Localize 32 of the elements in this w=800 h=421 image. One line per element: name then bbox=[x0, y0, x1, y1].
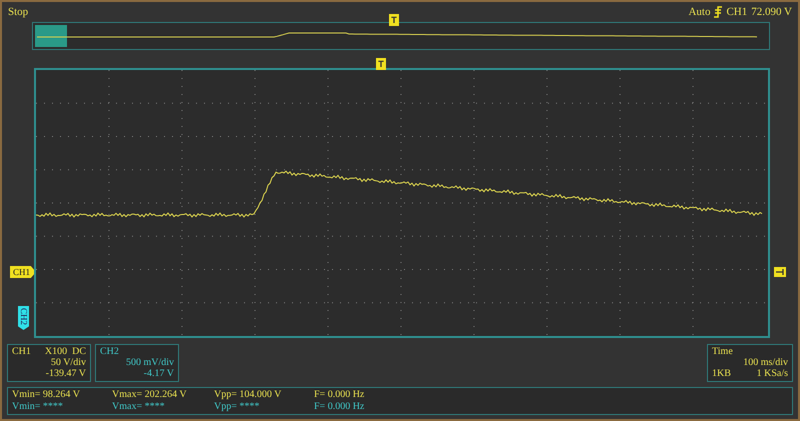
measurement-value: F= 0.000 Hz bbox=[314, 389, 366, 401]
measurement-value: Vmax= **** bbox=[112, 401, 166, 413]
volts-per-div: 50 V/div bbox=[50, 357, 86, 368]
channel-panel[interactable]: CH1 X100 DC 50 V/div -139.47 V bbox=[7, 344, 91, 382]
trigger-marker[interactable]: T bbox=[389, 14, 399, 26]
time-per-div: 100 ms/div bbox=[742, 357, 788, 368]
trigger-mode: Auto bbox=[688, 6, 710, 18]
channel-name: CH2 bbox=[100, 346, 119, 357]
measurement-value: Vpp= **** bbox=[214, 401, 260, 413]
channel-marker[interactable]: CH1 bbox=[10, 266, 36, 278]
run-status: Stop bbox=[8, 6, 28, 18]
timebase-title: Time bbox=[712, 346, 734, 357]
channel-offset: -139.47 V bbox=[44, 368, 86, 379]
memory-depth: 1KB bbox=[712, 368, 731, 379]
channel-panel[interactable]: CH2 500 mV/div -4.17 V bbox=[95, 344, 179, 382]
trigger-level: 72.090 V bbox=[751, 6, 792, 18]
channel-marker[interactable]: CH2 bbox=[18, 306, 29, 330]
measurement-value: F= 0.000 Hz bbox=[314, 401, 366, 413]
channel-offset: -4.17 V bbox=[142, 368, 174, 379]
channel-name: CH1 bbox=[12, 346, 31, 357]
trigger-source: CH1 bbox=[726, 6, 748, 18]
measurement-value: Vmin= 98.264 V bbox=[12, 389, 81, 401]
measurement-value: Vmax= 202.264 V bbox=[112, 389, 188, 401]
volts-per-div: 500 mV/div bbox=[124, 357, 174, 368]
measurement-value: Vpp= 104.000 V bbox=[214, 389, 282, 401]
probe-coupling: X100 DC bbox=[44, 346, 86, 357]
trigger-level-icon[interactable] bbox=[774, 267, 786, 277]
sample-rate: 1 KSa/s bbox=[756, 368, 788, 379]
trigger-edge-icon bbox=[714, 6, 722, 18]
timebase-panel[interactable]: Time 100 ms/div 1KB 1 KSa/s bbox=[707, 344, 793, 382]
measurement-value: Vmin= **** bbox=[12, 401, 64, 413]
trigger-marker[interactable]: T bbox=[376, 58, 386, 70]
